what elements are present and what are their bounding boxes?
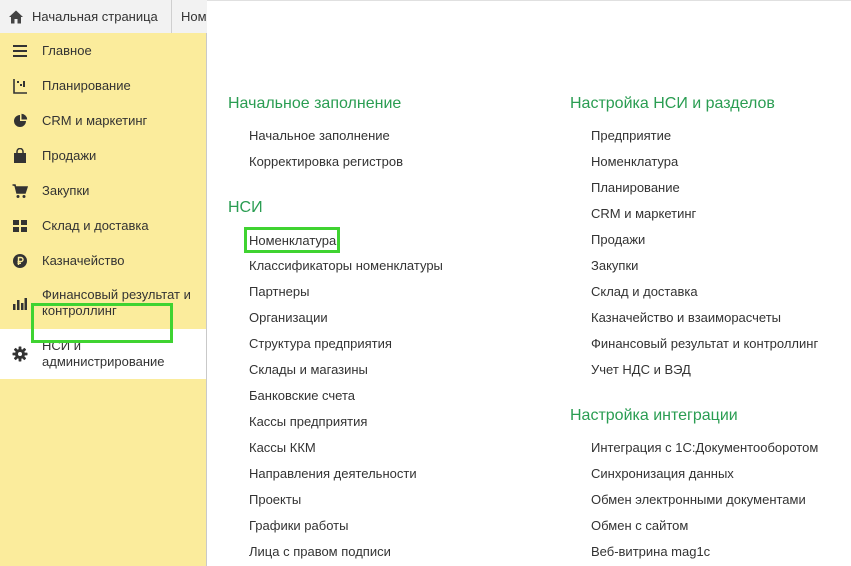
link-settings-sales[interactable]: Продажи — [591, 232, 645, 247]
gear-icon — [12, 346, 28, 362]
sidebar-item-label: Закупки — [42, 182, 90, 198]
link-partners[interactable]: Партнеры — [249, 284, 309, 299]
link-kkm-cash-registers[interactable]: Кассы ККМ — [249, 440, 316, 455]
link-signatories[interactable]: Лица с правом подписи — [249, 544, 391, 559]
sidebar-item-label: Планирование — [42, 77, 131, 93]
link-work-schedules[interactable]: Графики работы — [249, 518, 348, 533]
link-docflow-integration[interactable]: Интеграция с 1С:Документооборотом — [591, 440, 818, 455]
sidebar-item-financial-result[interactable]: Финансовый результат и контроллинг — [0, 278, 206, 328]
sidebar-item-nsi-admin[interactable]: НСИ и администрирование — [0, 329, 206, 379]
tab-home-label: Начальная страница — [32, 9, 158, 24]
link-edi-exchange[interactable]: Обмен электронными документами — [591, 492, 806, 507]
sidebar: Главное Планирование CRM и маркетинг Про… — [0, 33, 207, 566]
sidebar-item-planning[interactable]: Планирование — [0, 68, 206, 103]
sidebar-item-warehouse[interactable]: Склад и доставка — [0, 208, 206, 243]
shopping-bag-icon — [12, 147, 28, 164]
link-site-exchange[interactable]: Обмен с сайтом — [591, 518, 688, 533]
link-settings-nomenclature[interactable]: Номенклатура — [591, 154, 678, 169]
bar-chart-icon — [12, 295, 28, 311]
home-icon — [9, 10, 23, 23]
link-projects[interactable]: Проекты — [249, 492, 301, 507]
link-settings-planning[interactable]: Планирование — [591, 180, 680, 195]
link-web-showcase[interactable]: Веб-витрина mag1c — [591, 544, 710, 559]
sidebar-item-label: НСИ и администрирование — [42, 338, 165, 369]
grid-icon — [12, 218, 28, 234]
link-business-lines[interactable]: Направления деятельности — [249, 466, 417, 481]
link-bank-accounts[interactable]: Банковские счета — [249, 388, 355, 403]
sidebar-item-treasury[interactable]: Казначейство — [0, 243, 206, 278]
ruble-icon — [12, 253, 28, 269]
link-organizations[interactable]: Организации — [249, 310, 328, 325]
link-enterprise-structure[interactable]: Структура предприятия — [249, 336, 392, 351]
planning-icon — [12, 78, 28, 94]
link-settings-vat[interactable]: Учет НДС и ВЭД — [591, 362, 691, 377]
sidebar-item-label: Продажи — [42, 147, 97, 163]
sidebar-item-sales[interactable]: Продажи — [0, 138, 206, 173]
sidebar-item-label: Склад и доставка — [42, 217, 149, 233]
sidebar-item-crm[interactable]: CRM и маркетинг — [0, 103, 206, 138]
link-settings-purchases[interactable]: Закупки — [591, 258, 638, 273]
link-nomenclature[interactable]: Номенклатура — [249, 233, 336, 248]
link-register-correction[interactable]: Корректировка регистров — [249, 154, 403, 169]
link-enterprise[interactable]: Предприятие — [591, 128, 671, 143]
sidebar-item-label: Главное — [42, 42, 92, 58]
section-title-initial-fill: Начальное заполнение — [228, 95, 402, 112]
section-title-integration: Настройка интеграции — [570, 407, 738, 424]
link-settings-warehouse[interactable]: Склад и доставка — [591, 284, 698, 299]
link-initial-fill[interactable]: Начальное заполнение — [249, 128, 390, 143]
link-data-sync[interactable]: Синхронизация данных — [591, 466, 734, 481]
sidebar-item-purchases[interactable]: Закупки — [0, 173, 206, 208]
sidebar-item-label: Финансовый результат и контроллинг — [42, 287, 191, 318]
pie-chart-icon — [12, 113, 28, 129]
link-nomenclature-classifiers[interactable]: Классификаторы номенклатуры — [249, 258, 443, 273]
section-panel — [207, 0, 851, 566]
tab-home[interactable]: Начальная страница — [0, 0, 172, 33]
tab-nomenclature[interactable]: Номенклатура — [172, 0, 212, 33]
section-title-nsi-settings: Настройка НСИ и разделов — [570, 95, 775, 112]
cart-icon — [12, 183, 28, 199]
link-warehouses-stores[interactable]: Склады и магазины — [249, 362, 368, 377]
sidebar-item-label: Казначейство — [42, 252, 125, 268]
link-settings-financial-result[interactable]: Финансовый результат и контроллинг — [591, 336, 818, 351]
link-cash-desks[interactable]: Кассы предприятия — [249, 414, 367, 429]
menu-lines-icon — [12, 43, 28, 59]
link-settings-crm[interactable]: CRM и маркетинг — [591, 206, 696, 221]
section-title-nsi: НСИ — [228, 199, 263, 216]
sidebar-item-main[interactable]: Главное — [0, 33, 206, 68]
sidebar-item-label: CRM и маркетинг — [42, 112, 148, 128]
link-settings-treasury[interactable]: Казначейство и взаиморасчеты — [591, 310, 781, 325]
